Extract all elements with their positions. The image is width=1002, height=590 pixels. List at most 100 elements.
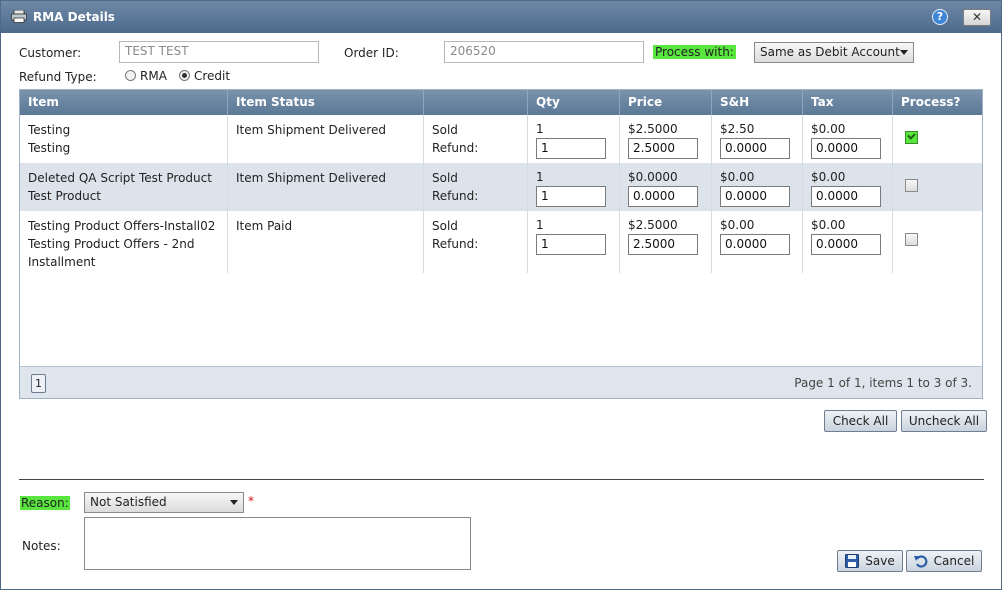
process-checkbox[interactable] — [905, 233, 918, 246]
title-bar[interactable]: RMA Details ? ✕ — [1, 1, 1001, 33]
tax-cell: $0.00 0.0000 — [803, 163, 893, 211]
qty-refund-input[interactable]: 1 — [536, 234, 606, 255]
col-qty[interactable]: Qty — [528, 90, 620, 115]
sold-label: Sold — [432, 123, 458, 137]
rma-details-dialog: RMA Details ? ✕ Customer: TEST TEST Orde… — [0, 0, 1002, 590]
table-row[interactable]: Testing Product Offers-Install02 Testing… — [20, 211, 982, 273]
price-sold: $2.5000 — [628, 218, 678, 232]
item-cell: Testing Testing — [20, 115, 228, 163]
process-cell — [893, 211, 982, 273]
qty-cell: 1 1 — [528, 163, 620, 211]
sh-cell: $2.50 0.0000 — [712, 115, 803, 163]
status-cell: Item Paid — [228, 211, 424, 273]
sold-label: Sold — [432, 219, 458, 233]
process-cell — [893, 115, 982, 163]
process-with-value: Same as Debit Account — [760, 45, 900, 59]
process-checkbox[interactable] — [905, 131, 918, 144]
process-with-select[interactable]: Same as Debit Account — [754, 42, 914, 63]
cancel-label: Cancel — [933, 554, 975, 568]
refund-type-label: Refund Type: — [19, 70, 97, 84]
price-sold: $2.5000 — [628, 122, 678, 136]
reason-label: Reason: — [20, 496, 70, 510]
col-sh[interactable]: S&H — [712, 90, 803, 115]
table-row[interactable]: Deleted QA Script Test Product Test Prod… — [20, 163, 982, 211]
col-item[interactable]: Item — [20, 90, 228, 115]
save-button[interactable]: Save — [837, 550, 903, 572]
floppy-disk-icon — [845, 554, 860, 574]
price-refund-input[interactable]: 0.0000 — [628, 186, 698, 207]
col-blank — [424, 90, 528, 115]
qty-refund-input[interactable]: 1 — [536, 186, 606, 207]
price-refund-input[interactable]: 2.5000 — [628, 234, 698, 255]
col-process[interactable]: Process? — [893, 90, 982, 115]
table-row[interactable]: Testing Testing Item Shipment Delivered … — [20, 115, 982, 163]
sh-sold: $0.00 — [720, 170, 755, 184]
tax-sold: $0.00 — [811, 218, 846, 232]
tax-refund-input[interactable]: 0.0000 — [811, 234, 881, 255]
sold-label: Sold — [432, 171, 458, 185]
process-checkbox[interactable] — [905, 179, 918, 192]
sh-cell: $0.00 0.0000 — [712, 163, 803, 211]
sh-refund-input[interactable]: 0.0000 — [720, 234, 790, 255]
item-line: Test Product — [28, 189, 102, 203]
refund-type-rma[interactable]: RMA — [125, 69, 167, 83]
status-text: Item Paid — [236, 219, 293, 233]
item-line: Installment — [28, 255, 96, 269]
qty-sold: 1 — [536, 170, 544, 184]
price-sold: $0.0000 — [628, 170, 678, 184]
reason-value: Not Satisfied — [90, 495, 167, 509]
order-id-label: Order ID: — [344, 46, 399, 60]
process-cell — [893, 163, 982, 211]
tax-refund-input[interactable]: 0.0000 — [811, 186, 881, 207]
sh-sold: $2.50 — [720, 122, 755, 136]
tax-cell: $0.00 0.0000 — [803, 211, 893, 273]
sold-refund-cell: Sold Refund: — [424, 163, 528, 211]
notes-label: Notes: — [22, 539, 61, 553]
qty-sold: 1 — [536, 122, 544, 136]
help-icon[interactable]: ? — [932, 9, 948, 25]
undo-icon — [913, 554, 928, 574]
page-1-button[interactable]: 1 — [31, 374, 46, 393]
sold-refund-cell: Sold Refund: — [424, 115, 528, 163]
status-text: Item Shipment Delivered — [236, 123, 386, 137]
check-all-button[interactable]: Check All — [824, 410, 897, 432]
order-id-field[interactable]: 206520 — [444, 41, 644, 63]
required-indicator: * — [248, 494, 254, 508]
status-cell: Item Shipment Delivered — [228, 163, 424, 211]
tax-cell: $0.00 0.0000 — [803, 115, 893, 163]
price-refund-input[interactable]: 2.5000 — [628, 138, 698, 159]
radio-credit-icon[interactable] — [179, 70, 190, 81]
customer-label: Customer: — [19, 46, 82, 60]
notes-textarea[interactable] — [84, 517, 471, 570]
sh-refund-input[interactable]: 0.0000 — [720, 138, 790, 159]
col-price[interactable]: Price — [620, 90, 712, 115]
status-text: Item Shipment Delivered — [236, 171, 386, 185]
item-cell: Testing Product Offers-Install02 Testing… — [20, 211, 228, 273]
tax-sold: $0.00 — [811, 122, 846, 136]
sh-sold: $0.00 — [720, 218, 755, 232]
item-line: Testing — [28, 123, 71, 137]
tax-refund-input[interactable]: 0.0000 — [811, 138, 881, 159]
cancel-button[interactable]: Cancel — [906, 550, 982, 572]
item-cell: Deleted QA Script Test Product Test Prod… — [20, 163, 228, 211]
col-tax[interactable]: Tax — [803, 90, 893, 115]
reason-select[interactable]: Not Satisfied — [84, 492, 244, 513]
pager-info: Page 1 of 1, items 1 to 3 of 3. — [794, 376, 972, 390]
section-divider — [19, 479, 984, 480]
col-item-status[interactable]: Item Status — [228, 90, 424, 115]
chevron-down-icon — [230, 500, 238, 505]
refund-type-credit[interactable]: Credit — [179, 69, 230, 83]
save-label: Save — [865, 554, 895, 568]
price-cell: $2.5000 2.5000 — [620, 115, 712, 163]
sh-refund-input[interactable]: 0.0000 — [720, 186, 790, 207]
close-button[interactable]: ✕ — [963, 9, 991, 26]
customer-field[interactable]: TEST TEST — [119, 41, 319, 63]
refund-label: Refund: — [432, 237, 479, 251]
qty-refund-input[interactable]: 1 — [536, 138, 606, 159]
qty-cell: 1 1 — [528, 211, 620, 273]
dialog-title: RMA Details — [33, 10, 115, 24]
checkmark-icon — [907, 131, 916, 140]
printer-icon — [11, 9, 27, 23]
uncheck-all-button[interactable]: Uncheck All — [901, 410, 987, 432]
radio-rma-icon[interactable] — [125, 70, 136, 81]
